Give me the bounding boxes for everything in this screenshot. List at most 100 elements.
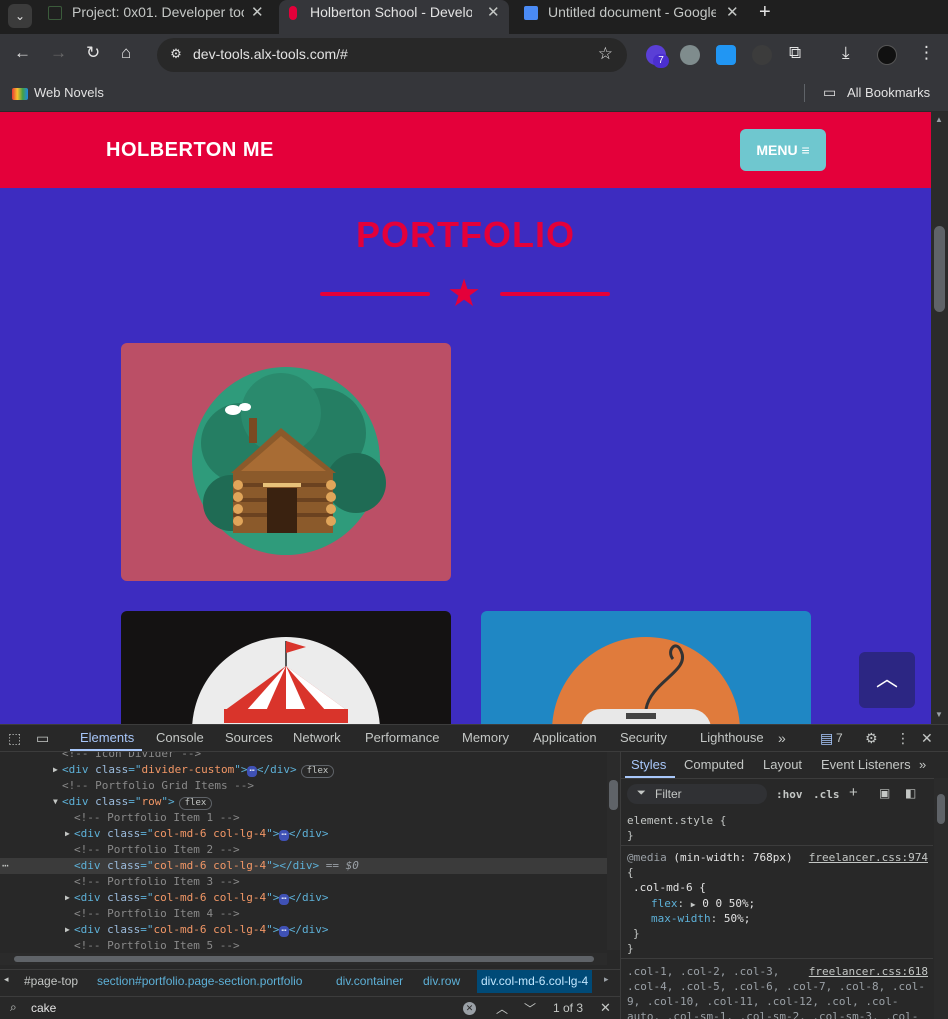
css-source-link[interactable]: freelancer.css:618	[809, 965, 928, 978]
toggle-sidebar-icon[interactable]: ◧	[905, 786, 916, 800]
breadcrumb-right-arrow-icon[interactable]: ▸	[604, 974, 609, 985]
breadcrumb-item[interactable]: div.col-md-6.col-lg-4	[477, 970, 593, 993]
breadcrumb-left-arrow-icon[interactable]: ◂	[4, 974, 9, 985]
ellipsis-icon[interactable]: ⋯	[279, 830, 289, 841]
elements-hscroll-thumb[interactable]	[14, 956, 594, 962]
site-info-icon[interactable]: ⚙	[167, 46, 185, 64]
bookmark-web-novels[interactable]: Web Novels	[34, 85, 104, 100]
inspect-element-icon[interactable]: ⬚	[8, 730, 21, 747]
clear-search-icon[interactable]: ✕	[463, 1002, 476, 1015]
element-style-rule[interactable]: element.style {	[627, 814, 726, 827]
dom-comment-node[interactable]: <!-- Portfolio Grid Items -->	[0, 778, 607, 794]
layout-tab[interactable]: Layout	[763, 757, 802, 772]
settings-gear-icon[interactable]: ⚙	[865, 730, 878, 747]
devtools-tab-elements[interactable]: Elements	[80, 730, 134, 745]
rule-selector[interactable]: .col-md-6 {	[633, 881, 706, 894]
flex-badge[interactable]: flex	[300, 765, 335, 778]
devtools-tab-sources[interactable]: Sources	[225, 730, 273, 745]
breadcrumb-item[interactable]: div.container	[336, 974, 403, 988]
scroll-up-arrow-icon[interactable]: ▲	[935, 115, 943, 124]
paint-brush-icon[interactable]: ▣	[879, 786, 890, 800]
expand-triangle-icon[interactable]: ▶	[691, 900, 696, 909]
issues-count[interactable]: 7	[836, 731, 843, 745]
more-panes-chevron-icon[interactable]: »	[919, 757, 926, 772]
expand-triangle-icon[interactable]: ▶	[65, 890, 70, 906]
ellipsis-icon[interactable]: ⋯	[279, 926, 289, 937]
menu-button[interactable]: MENU ≡	[740, 129, 826, 171]
page-scrollbar-thumb[interactable]	[934, 226, 945, 312]
expand-triangle-icon[interactable]: ▶	[53, 762, 58, 778]
spy-extension-icon[interactable]	[680, 45, 700, 65]
tab-holberton[interactable]: Holberton School - Develop ✕	[279, 0, 509, 34]
more-tabs-chevron-icon[interactable]: »	[778, 730, 786, 746]
scroll-to-top-button[interactable]: ︿	[859, 652, 915, 708]
dom-element-node[interactable]: ▶ <div class="col-md-6 col-lg-4"> ⋯ </div>	[0, 826, 607, 842]
hov-toggle[interactable]: :hov	[776, 788, 803, 801]
url-text[interactable]: dev-tools.alx-tools.com/#	[193, 46, 348, 62]
extensions-puzzle-icon[interactable]: ⧉	[789, 43, 801, 63]
portfolio-item-circus[interactable]	[121, 611, 451, 724]
portfolio-item-game[interactable]	[481, 611, 811, 724]
computed-tab[interactable]: Computed	[684, 757, 744, 772]
styles-scrollbar[interactable]	[934, 778, 948, 1019]
devtools-tab-security[interactable]: Security	[620, 730, 667, 745]
breadcrumb-item[interactable]: section#portfolio.page-section.portfolio	[97, 974, 302, 988]
ellipsis-icon[interactable]: ⋯	[247, 766, 257, 777]
ellipsis-icon[interactable]: ⋯	[279, 894, 289, 905]
close-devtools-icon[interactable]: ✕	[921, 730, 933, 747]
node-actions-icon[interactable]: ⋯	[2, 858, 9, 874]
flex-badge[interactable]: flex	[178, 797, 213, 810]
devtools-tab-application[interactable]: Application	[533, 730, 597, 745]
expand-triangle-icon[interactable]: ▶	[65, 922, 70, 938]
styles-filter-input[interactable]: ⏷ Filter	[627, 784, 767, 804]
css-source-link[interactable]: freelancer.css:974	[809, 851, 928, 864]
kebab-menu-icon[interactable]: ⋮	[918, 43, 935, 63]
portfolio-item-cabin[interactable]	[121, 343, 451, 581]
site-brand[interactable]: HOLBERTON ME	[106, 139, 274, 162]
devtools-tab-lighthouse[interactable]: Lighthouse	[700, 730, 764, 745]
styles-scrollbar-thumb[interactable]	[937, 794, 945, 824]
cls-toggle[interactable]: .cls	[813, 788, 840, 801]
dom-comment-node[interactable]: <!-- Icon Divider -->	[0, 752, 607, 762]
search-input[interactable]: cake	[31, 1001, 56, 1015]
new-tab-icon[interactable]: +	[759, 1, 771, 24]
close-search-icon[interactable]: ✕	[600, 1000, 611, 1016]
dom-element-node[interactable]: ▶ <div class="col-md-6 col-lg-4"> ⋯ </div>	[0, 922, 607, 938]
devtools-tab-console[interactable]: Console	[156, 730, 204, 745]
dom-comment-node[interactable]: <!-- Portfolio Item 5 -->	[0, 938, 607, 954]
elements-horizontal-scrollbar[interactable]	[0, 953, 607, 965]
dom-element-node[interactable]: ⋯ <div class="col-md-6 col-lg-4"></div> =…	[0, 858, 607, 874]
css-property-max-width[interactable]: max-width: 50%;	[651, 912, 750, 925]
event-listeners-tab[interactable]: Event Listeners	[821, 757, 911, 772]
breadcrumb-item[interactable]: div.row	[423, 974, 460, 988]
bookmark-star-icon[interactable]: ☆	[598, 44, 613, 64]
dom-comment-node[interactable]: <!-- Portfolio Item 1 -->	[0, 810, 607, 826]
home-icon[interactable]: ⌂	[121, 43, 131, 63]
tab-google-docs[interactable]: Untitled document - Google ✕	[524, 0, 744, 25]
dom-element-node[interactable]: ▼ <div class="row"> flex	[0, 794, 607, 810]
device-toolbar-icon[interactable]: ▭	[36, 730, 49, 747]
download-extension-icon[interactable]	[716, 45, 736, 65]
devtools-kebab-icon[interactable]: ⋮	[896, 730, 910, 747]
back-icon[interactable]: ←	[14, 43, 31, 63]
styles-tab[interactable]: Styles	[631, 757, 666, 772]
css-property-flex[interactable]: flex: ▶ 0 0 50%;	[651, 897, 755, 910]
close-icon[interactable]: ✕	[487, 0, 500, 25]
camera-extension-icon[interactable]	[752, 45, 772, 65]
dom-comment-node[interactable]: <!-- Portfolio Item 2 -->	[0, 842, 607, 858]
tab-project[interactable]: Project: 0x01. Developer too ✕	[48, 0, 274, 25]
devtools-tab-performance[interactable]: Performance	[365, 730, 439, 745]
issues-icon[interactable]: ▤	[820, 730, 833, 747]
elements-scrollbar[interactable]	[607, 752, 621, 950]
dom-comment-node[interactable]: <!-- Portfolio Item 4 -->	[0, 906, 607, 922]
download-icon[interactable]: ⤓	[842, 43, 850, 63]
collapse-triangle-icon[interactable]: ▼	[53, 794, 58, 810]
page-scrollbar[interactable]: ▲ ▼	[931, 112, 948, 724]
elements-tree[interactable]: <!-- Icon Divider --> ▶ <div class="divide…	[0, 752, 607, 976]
reload-icon[interactable]: ↻	[86, 43, 100, 63]
address-bar[interactable]: ⚙ dev-tools.alx-tools.com/# ☆	[157, 38, 627, 72]
tab-search-button[interactable]: ⌄	[8, 4, 32, 28]
search-next-icon[interactable]: ﹀	[524, 1000, 536, 1017]
breadcrumb-item[interactable]: #page-top	[24, 974, 78, 988]
forward-icon[interactable]: →	[50, 43, 67, 63]
